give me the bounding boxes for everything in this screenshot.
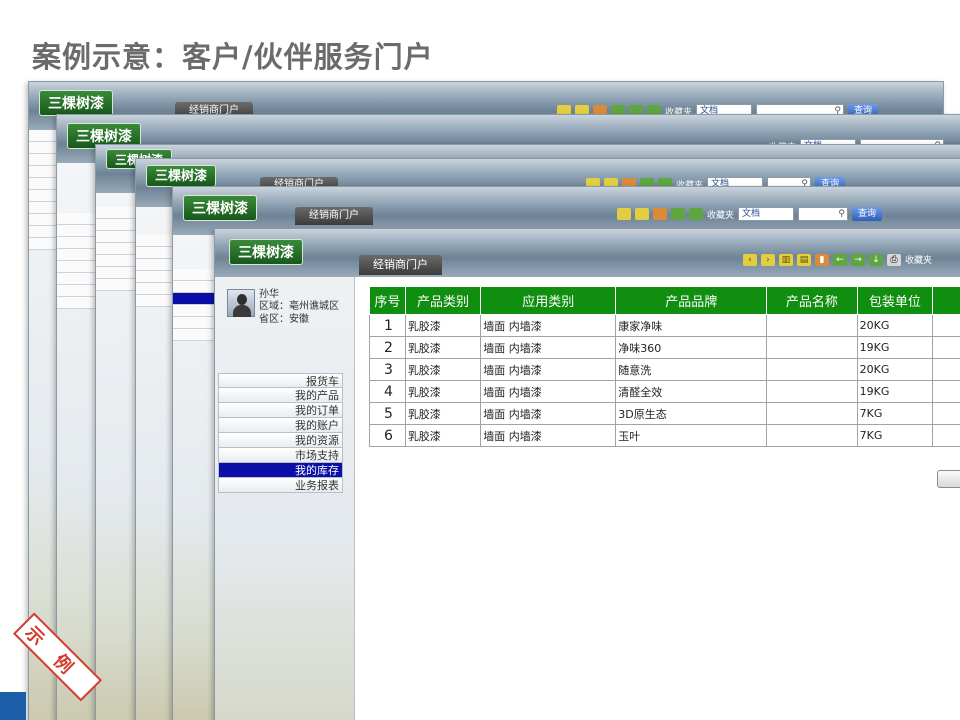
menu-item[interactable]: 我的产品 (218, 388, 343, 403)
left-panel: 孙华 区域：亳州谯城区 省区：安徽 报货车 我的产品 我的订单 我的账户 我的资源 市场支… (215, 277, 355, 720)
menu-item[interactable]: 我的资源 (218, 433, 343, 448)
table-cell: 墙面 内墙漆 (480, 314, 617, 337)
table-cell: 19KG (856, 380, 934, 403)
table-cell: 20KG (856, 314, 934, 337)
column-header[interactable]: 产品品牌 (615, 286, 768, 315)
layout2-icon[interactable]: ▤ (797, 253, 811, 266)
menu-item[interactable]: 我的库存 (218, 463, 343, 478)
column-header[interactable]: 包装单位 (856, 286, 934, 315)
favorites-menu[interactable]: 收藏夹 (707, 208, 734, 221)
table-cell (932, 424, 960, 447)
portal-tab[interactable]: 经销商门户 (359, 255, 442, 275)
slide-title: 案例示意：客户/伙伴服务门户 (32, 40, 434, 74)
table-cell: 20KG (856, 358, 934, 381)
search-icon: ⚲ (838, 209, 846, 219)
inventory-table: 序号 产品类别 应用类别 产品品牌 产品名称 包装单位 1 乳胶漆 墙面 内墙漆 康家净味 20K… (369, 286, 960, 447)
table-cell (932, 336, 960, 359)
table-cell (766, 358, 858, 381)
table-cell (766, 402, 858, 425)
table-cell: 乳胶漆 (404, 402, 482, 425)
table-cell: 墙面 内墙漆 (480, 380, 617, 403)
table-cell: 玉叶 (615, 424, 768, 447)
portal-window: 三棵树漆 经销商门户 ‹ › ▥ ▤ ▮ ← → ↓ ⎙ 收藏夹 孙华 区域：亳… (214, 228, 960, 720)
table-cell: 2 (369, 336, 406, 359)
next-icon[interactable]: › (761, 253, 775, 266)
brand-logo: 三棵树漆 (39, 90, 113, 116)
table-cell: 19KG (856, 336, 934, 359)
table-cell: 1 (369, 314, 406, 337)
table-cell: 随意洗 (615, 358, 768, 381)
table-cell: 乳胶漆 (404, 336, 482, 359)
brand-logo: 三棵树漆 (229, 239, 303, 265)
doc-select[interactable]: 文档 (738, 207, 795, 221)
user-profile: 孙华 区域：亳州谯城区 省区：安徽 (219, 285, 355, 330)
books-icon[interactable]: ▮ (815, 253, 829, 266)
prev-icon[interactable]: ‹ (743, 253, 757, 266)
table-cell: 净味360 (615, 336, 768, 359)
table-cell (766, 336, 858, 359)
table-cell: 3 (369, 358, 406, 381)
brand-logo: 三棵树漆 (183, 195, 257, 221)
column-header[interactable]: 产品名称 (766, 286, 858, 315)
table-cell: 5 (369, 402, 406, 425)
table-cell: 墙面 内墙漆 (480, 402, 617, 425)
forward-arrow-icon[interactable]: → (851, 253, 865, 266)
layout-icon[interactable]: ▥ (779, 253, 793, 266)
column-header[interactable]: 序号 (369, 286, 406, 315)
menu-item[interactable]: 我的订单 (218, 403, 343, 418)
table-cell: 乳胶漆 (404, 424, 482, 447)
menu-item[interactable]: 报货车 (218, 373, 343, 388)
portal-tab[interactable]: 经销商门户 (295, 207, 373, 225)
column-header[interactable]: 产品类别 (404, 286, 482, 315)
table-cell: 乳胶漆 (404, 380, 482, 403)
table-row[interactable]: 3 乳胶漆 墙面 内墙漆 随意洗 20KG (369, 358, 960, 381)
brand-logo: 三棵树漆 (146, 165, 217, 187)
search-input[interactable]: ⚲ (798, 207, 849, 221)
table-row[interactable]: 2 乳胶漆 墙面 内墙漆 净味360 19KG (369, 336, 960, 359)
table-row[interactable]: 4 乳胶漆 墙面 内墙漆 清醛全效 19KG (369, 380, 960, 403)
table-cell (766, 424, 858, 447)
print-icon[interactable]: ⎙ (887, 253, 901, 266)
table-row[interactable]: 6 乳胶漆 墙面 内墙漆 玉叶 7KG (369, 424, 960, 447)
menu-item[interactable]: 业务报表 (218, 478, 343, 493)
table-cell: 3D原生态 (615, 402, 768, 425)
corner-accent (0, 692, 26, 720)
table-row[interactable]: 5 乳胶漆 墙面 内墙漆 3D原生态 7KG (369, 402, 960, 425)
table-cell: 清醛全效 (615, 380, 768, 403)
avatar (227, 289, 255, 317)
table-cell: 4 (369, 380, 406, 403)
user-province: 省区：安徽 (259, 314, 309, 325)
action-button[interactable] (937, 470, 960, 488)
menu-item[interactable]: 市场支持 (218, 448, 343, 463)
table-cell: 乳胶漆 (404, 314, 482, 337)
table-cell (932, 402, 960, 425)
table-cell: 7KG (856, 424, 934, 447)
column-header[interactable]: 应用类别 (480, 286, 617, 315)
table-cell (766, 314, 858, 337)
search-button[interactable]: 查询 (852, 207, 883, 221)
stamp-text: 示例 (20, 622, 93, 694)
table-cell (932, 380, 960, 403)
table-cell (932, 358, 960, 381)
table-cell: 康家净味 (615, 314, 768, 337)
table-row[interactable]: 1 乳胶漆 墙面 内墙漆 康家净味 20KG (369, 314, 960, 337)
column-header-extra (932, 286, 960, 315)
menu-item[interactable]: 我的账户 (218, 418, 343, 433)
side-menu: 报货车 我的产品 我的订单 我的账户 我的资源 市场支持 我的库存 业务报表 (218, 373, 343, 493)
table-cell: 墙面 内墙漆 (480, 424, 617, 447)
table-cell: 乳胶漆 (404, 358, 482, 381)
table-cell (932, 314, 960, 337)
table-cell: 7KG (856, 402, 934, 425)
table-cell: 墙面 内墙漆 (480, 336, 617, 359)
table-cell: 6 (369, 424, 406, 447)
table-cell: 墙面 内墙漆 (480, 358, 617, 381)
download-icon[interactable]: ↓ (869, 253, 883, 266)
back-arrow-icon[interactable]: ← (833, 253, 847, 266)
favorites-menu[interactable]: 收藏夹 (905, 253, 932, 266)
table-cell (766, 380, 858, 403)
